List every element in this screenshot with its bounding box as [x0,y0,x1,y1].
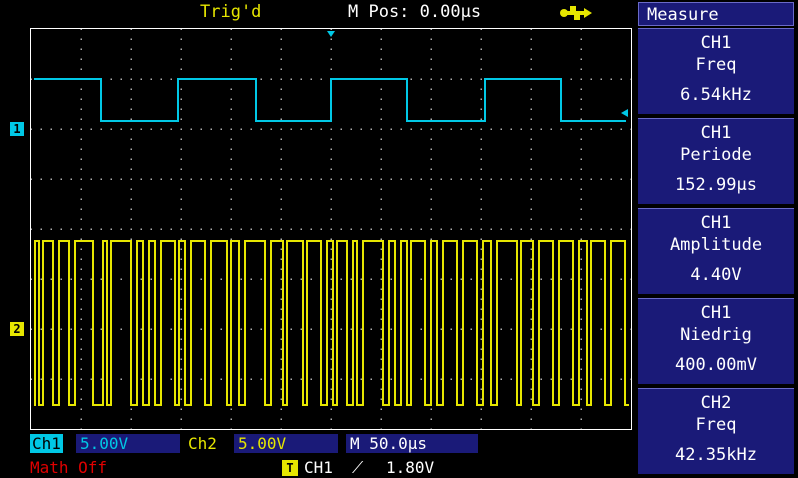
measure-item-2[interactable]: CH1 Periode 152.99µs [638,118,794,204]
measure-name: Periode [680,145,752,165]
bottom-status-bar: Ch1 5.00V Ch2 5.00V M 50.0µs Math Off T … [0,432,636,478]
waveform-display[interactable] [30,28,632,430]
ch1-volts-div[interactable]: 5.00V [76,434,180,453]
math-status[interactable]: Math Off [30,458,107,477]
measure-value: 42.35kHz [675,445,757,465]
ch2-waveform [34,240,629,406]
measure-source: CH2 [700,393,732,413]
measure-panel: Measure CH1 Freq 6.54kHz CH1 Periode 152… [636,0,798,478]
measure-source: CH1 [700,213,732,233]
measure-source: CH1 [700,123,732,143]
measure-name: Amplitude [669,235,763,255]
trigger-position-marker [327,31,335,37]
waveform-canvas [31,29,631,429]
trigger-level[interactable]: 1.80V [386,458,434,477]
measure-name: Freq [695,415,737,435]
ch2-ground-marker[interactable]: 2 [10,322,24,336]
measure-name: Freq [695,55,737,75]
measure-source: CH1 [700,303,732,323]
ch2-volts-div[interactable]: 5.00V [234,434,338,453]
ch2-label[interactable]: Ch2 [188,434,217,453]
trigger-source[interactable]: CH1 [304,458,333,477]
ch1-ground-marker[interactable]: 1 [10,122,24,136]
measure-value: 4.40V [690,265,742,285]
measure-value: 400.00mV [675,355,757,375]
rising-edge-icon: ⟋ [352,458,364,477]
trigger-icon: T [282,460,298,476]
measure-item-1[interactable]: CH1 Freq 6.54kHz [638,28,794,114]
measure-source: CH1 [700,33,732,53]
measure-name: Niedrig [680,325,752,345]
measure-item-4[interactable]: CH1 Niedrig 400.00mV [638,298,794,384]
measure-item-3[interactable]: CH1 Amplitude 4.40V [638,208,794,294]
measure-item-5[interactable]: CH2 Freq 42.35kHz [638,388,794,474]
measure-value: 152.99µs [675,175,757,195]
usb-icon [560,6,592,20]
ch1-trigger-level-marker [621,109,628,117]
trigger-status: Trig'd [200,2,262,22]
main-position: M Pos: 0.00µs [348,2,482,22]
timebase[interactable]: M 50.0µs [346,434,478,453]
measure-value: 6.54kHz [680,85,752,105]
measure-title[interactable]: Measure [638,2,794,26]
ch1-waveform [34,78,626,122]
top-status-bar: Trig'd M Pos: 0.00µs [0,0,636,26]
ch1-label[interactable]: Ch1 [30,434,63,453]
